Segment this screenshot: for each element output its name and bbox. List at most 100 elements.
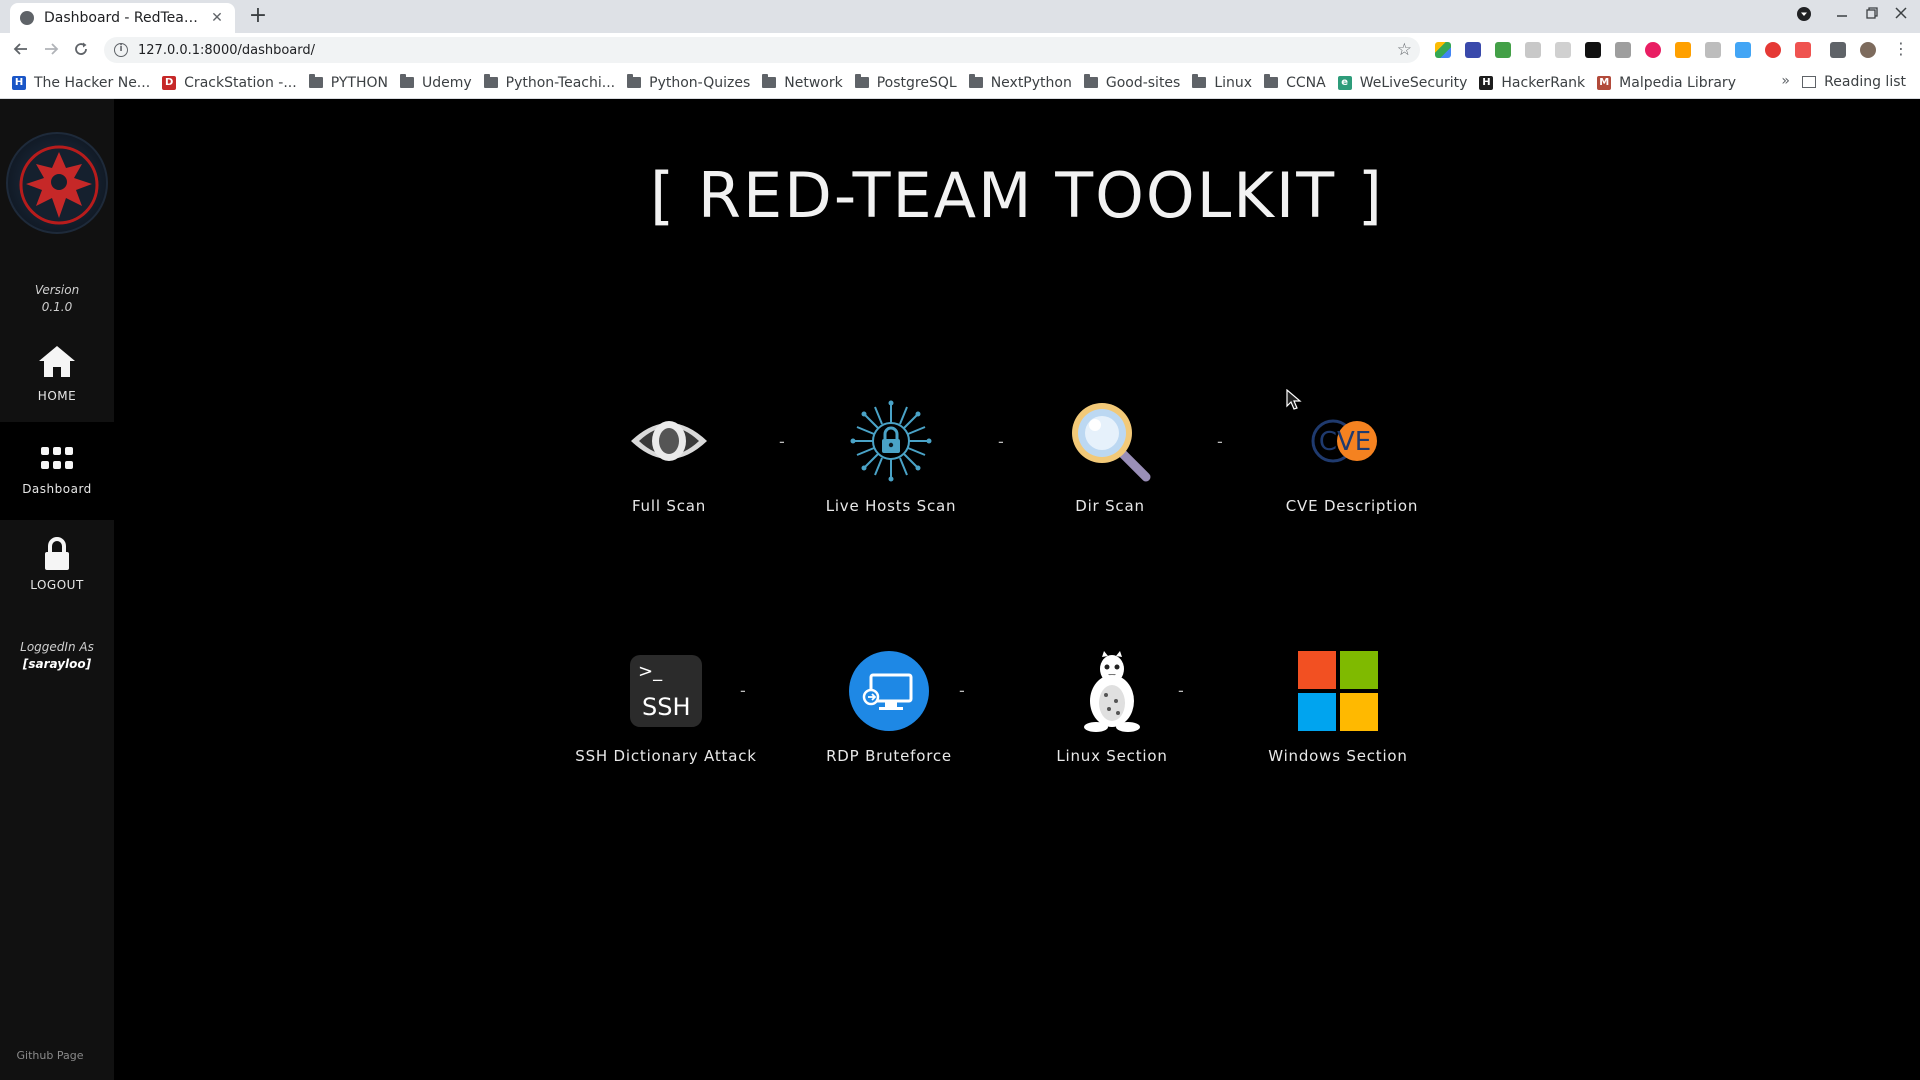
reload-icon[interactable] [70, 40, 92, 62]
bookmark-item[interactable]: Good-sites [1083, 74, 1181, 91]
extension-grey-icon[interactable] [1525, 42, 1541, 58]
tux-icon [1070, 649, 1154, 733]
bookmark-label: Udemy [421, 74, 472, 91]
separator: - [959, 681, 965, 700]
address-bar[interactable]: i 127.0.0.1:8000/dashboard/ ☆ [104, 37, 1420, 63]
ssh-text: SSH [642, 693, 691, 721]
bookmark-label: The Hacker Ne... [34, 74, 151, 91]
separator: - [740, 681, 746, 700]
tab-dashboard[interactable]: Dashboard - RedTeam Toolkit ✕ [10, 3, 235, 33]
bookmark-item[interactable]: Linux [1192, 74, 1253, 91]
back-icon[interactable] [10, 40, 32, 62]
bookmark-item[interactable]: Network [762, 74, 843, 91]
separator: - [1217, 432, 1223, 451]
circuit-lock-icon [849, 399, 933, 483]
close-tab-icon[interactable]: ✕ [209, 10, 225, 26]
folder-icon [308, 74, 323, 88]
more-bookmarks-icon[interactable]: » [1781, 73, 1790, 89]
bookmark-item[interactable]: Python-Quizes [627, 74, 750, 91]
tool-label: SSH Dictionary Attack [575, 747, 757, 765]
sidebar-item-label: Dashboard [22, 482, 92, 496]
tool-linux-section[interactable]: Linux Section [1002, 649, 1222, 765]
bookmark-label: WeLiveSecurity [1359, 74, 1468, 91]
folder-icon [968, 74, 983, 88]
reading-list-icon [1802, 76, 1817, 88]
bookmark-item[interactable]: PostgreSQL [854, 74, 957, 91]
sidebar-item-label: HOME [37, 389, 77, 403]
browser-chrome: Dashboard - RedTeam Toolkit ✕ + i 127.0.… [0, 0, 1920, 99]
bookmark-label: Good-sites [1105, 74, 1181, 91]
github-link[interactable]: Github Page [0, 1049, 100, 1062]
extensions-puzzle-icon[interactable] [1830, 42, 1846, 58]
bookmark-item[interactable]: M Malpedia Library [1597, 75, 1736, 91]
url-text: 127.0.0.1:8000/dashboard/ [138, 42, 316, 58]
windows-logo-icon [1296, 649, 1380, 733]
extension-code-icon[interactable] [1705, 42, 1721, 58]
extension-pink-icon[interactable] [1645, 42, 1661, 58]
extension-infinity-icon[interactable] [1585, 42, 1601, 58]
main-content: [ RED-TEAM TOOLKIT ] Full Scan - Live Ho… [114, 99, 1920, 1080]
tool-rdp-bruteforce[interactable]: RDP Bruteforce [779, 649, 999, 765]
bookmark-label: Python-Teachi... [505, 74, 616, 91]
ssh-terminal-icon: >_ SSH [624, 649, 708, 733]
profile-avatar-icon[interactable] [1860, 42, 1876, 58]
bookmark-item[interactable]: e WeLiveSecurity [1337, 74, 1468, 91]
grid-icon [40, 446, 74, 476]
tool-label: RDP Bruteforce [826, 747, 952, 765]
profile-dropdown-icon[interactable] [1796, 6, 1812, 26]
minimize-icon[interactable] [1835, 6, 1849, 26]
sidebar-item-logout[interactable]: LOGOUT [0, 520, 114, 608]
bookmark-item[interactable]: Python-Teachi... [483, 74, 616, 91]
sidebar-item-home[interactable]: HOME [0, 324, 114, 422]
reading-list-button[interactable]: Reading list [1802, 74, 1906, 90]
close-window-icon[interactable] [1894, 6, 1908, 26]
eye-icon [627, 399, 711, 483]
browser-toolbar: i 127.0.0.1:8000/dashboard/ ☆ [0, 33, 1920, 67]
extension-orange-icon[interactable] [1675, 42, 1691, 58]
page-title: [ RED-TEAM TOOLKIT ] [650, 159, 1384, 232]
bookmark-label: Network [784, 74, 843, 91]
tool-dir-scan[interactable]: Dir Scan [1000, 399, 1220, 515]
bookmark-item[interactable]: H HackerRank [1479, 75, 1585, 91]
rdp-monitor-icon [847, 649, 931, 733]
hacker-news-icon: H [12, 75, 26, 90]
tool-live-hosts-scan[interactable]: Live Hosts Scan [781, 399, 1001, 515]
restore-icon[interactable] [1865, 6, 1879, 26]
tool-cve-description[interactable]: CVE CVE Description [1242, 399, 1462, 515]
sidebar: Version 0.1.0 HOME Dashboard LOGOUT Logg… [0, 99, 114, 1080]
bookmark-label: PYTHON [330, 74, 388, 91]
tool-ssh-dictionary-attack[interactable]: >_ SSH SSH Dictionary Attack [556, 649, 776, 765]
extension-blue-icon[interactable] [1735, 42, 1751, 58]
extension-red-icon[interactable] [1765, 42, 1781, 58]
tool-full-scan[interactable]: Full Scan [559, 399, 779, 515]
home-icon [37, 343, 77, 383]
tool-label: Full Scan [631, 497, 707, 515]
bookmark-label: Linux [1214, 74, 1253, 91]
bookmark-item[interactable]: NextPython [968, 74, 1072, 91]
folder-icon [762, 74, 777, 88]
bookmark-item[interactable]: Udemy [399, 74, 472, 91]
extension-camera-icon[interactable] [1615, 42, 1631, 58]
bookmark-item[interactable]: PYTHON [308, 74, 388, 91]
extension-badge-icon[interactable] [1465, 42, 1481, 58]
bookmark-star-icon[interactable]: ☆ [1397, 40, 1412, 60]
sidebar-item-dashboard[interactable]: Dashboard [0, 422, 114, 520]
extension-puzzle-grey-icon[interactable] [1555, 42, 1571, 58]
tab-title: Dashboard - RedTeam Toolkit [44, 10, 209, 26]
bookmark-item[interactable]: CCNA [1264, 74, 1326, 91]
tool-label: Windows Section [1268, 747, 1408, 765]
browser-menu-icon[interactable]: ⋮ [1893, 41, 1909, 58]
new-tab-button[interactable]: + [245, 4, 271, 30]
extension-grid-icon[interactable] [1795, 42, 1811, 58]
extension-green-icon[interactable] [1495, 42, 1511, 58]
drive-extension-icon[interactable] [1435, 42, 1451, 58]
bookmark-item[interactable]: D CrackStation -... [162, 75, 297, 91]
site-info-icon[interactable]: i [114, 43, 128, 57]
tool-windows-section[interactable]: Windows Section [1228, 649, 1448, 765]
folder-icon [1264, 74, 1279, 88]
bookmark-item[interactable]: H The Hacker Ne... [12, 75, 150, 91]
forward-icon[interactable] [40, 40, 62, 62]
folder-icon [483, 74, 498, 88]
bookmark-label: NextPython [990, 74, 1072, 91]
bookmark-label: CrackStation -... [184, 74, 297, 91]
